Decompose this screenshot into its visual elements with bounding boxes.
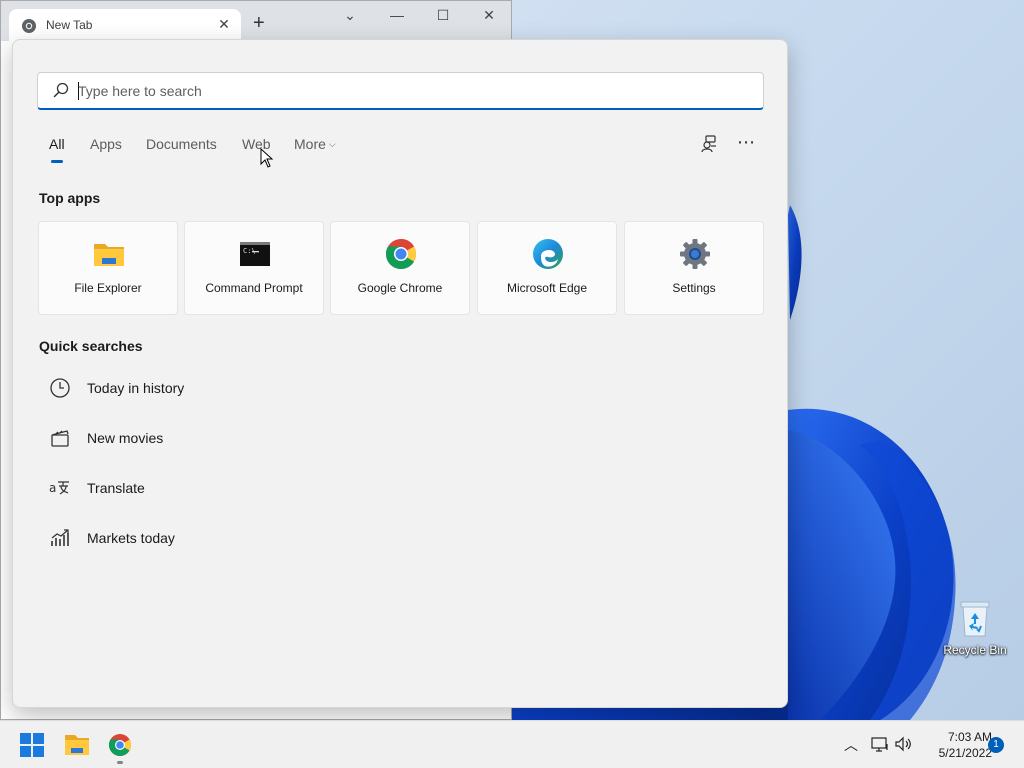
more-options-button[interactable]: ⋯ bbox=[731, 130, 761, 160]
folder-icon bbox=[65, 735, 89, 755]
quick-search-today-in-history[interactable]: Today in history bbox=[39, 373, 339, 403]
clock-icon bbox=[50, 378, 70, 398]
app-tile-command-prompt[interactable]: C:\ Command Prompt bbox=[184, 221, 324, 315]
app-name: Settings bbox=[672, 281, 716, 295]
tab-all[interactable]: All bbox=[49, 136, 65, 163]
chrome-icon bbox=[385, 239, 417, 270]
edge-icon bbox=[533, 239, 563, 269]
quick-search-label: New movies bbox=[87, 430, 164, 446]
recycle-bin-label: Recycle Bin bbox=[943, 643, 1007, 657]
app-name: File Explorer bbox=[74, 281, 142, 295]
quick-search-translate[interactable]: a Translate bbox=[39, 473, 339, 503]
new-tab-button[interactable]: + bbox=[253, 13, 265, 33]
browser-tab[interactable]: New Tab ✕ bbox=[9, 9, 241, 41]
clapperboard-icon bbox=[51, 430, 69, 447]
translate-icon: a bbox=[49, 481, 69, 495]
taskbar: ︿ 7:03 AM 5/21/2022 1 bbox=[0, 720, 1024, 768]
windows-logo-icon bbox=[20, 733, 44, 757]
quick-searches-heading: Quick searches bbox=[39, 338, 143, 354]
chrome-icon bbox=[109, 734, 131, 756]
mouse-cursor-icon bbox=[260, 148, 274, 168]
search-input[interactable] bbox=[78, 81, 738, 101]
taskbar-clock[interactable]: 7:03 AM 5/21/2022 bbox=[918, 729, 992, 761]
tab-apps[interactable]: Apps bbox=[90, 136, 122, 152]
chart-icon bbox=[51, 529, 69, 546]
maximize-button[interactable]: ☐ bbox=[428, 7, 458, 24]
search-icon bbox=[53, 82, 69, 98]
minimize-button[interactable]: — bbox=[382, 7, 412, 23]
taskbar-file-explorer[interactable] bbox=[57, 729, 97, 761]
text-caret bbox=[78, 82, 79, 100]
account-icon bbox=[701, 135, 716, 153]
browser-tabstrip: New Tab ✕ + ⌄ — ☐ ✕ bbox=[1, 1, 511, 41]
search-box[interactable] bbox=[37, 72, 764, 110]
terminal-icon: C:\ bbox=[240, 242, 270, 266]
active-tab-indicator bbox=[51, 160, 63, 163]
tab-close-icon[interactable]: ✕ bbox=[215, 15, 233, 33]
tab-documents[interactable]: Documents bbox=[146, 136, 217, 152]
show-hidden-icons-chevron[interactable]: ︿ bbox=[844, 735, 858, 755]
gear-icon bbox=[680, 239, 710, 269]
browser-tab-title: New Tab bbox=[46, 18, 93, 32]
svg-text:a: a bbox=[49, 481, 56, 495]
chrome-favicon-icon bbox=[22, 19, 36, 33]
quick-search-new-movies[interactable]: New movies bbox=[39, 423, 339, 453]
folder-icon bbox=[94, 244, 124, 266]
clock-time: 7:03 AM bbox=[947, 730, 992, 744]
tab-apps-label: Apps bbox=[90, 136, 122, 152]
app-name: Command Prompt bbox=[205, 281, 303, 295]
notification-badge[interactable]: 1 bbox=[988, 737, 1004, 753]
tab-more-label: More bbox=[294, 136, 326, 152]
tab-more[interactable]: More ⌵ bbox=[294, 136, 336, 152]
app-name: Google Chrome bbox=[357, 281, 443, 295]
quick-search-label: Markets today bbox=[87, 530, 175, 546]
running-indicator bbox=[117, 761, 123, 764]
tab-all-label: All bbox=[49, 136, 65, 152]
volume-icon[interactable] bbox=[894, 735, 914, 753]
start-button[interactable] bbox=[12, 729, 52, 761]
taskbar-google-chrome[interactable] bbox=[100, 729, 140, 761]
recycle-bin-shortcut[interactable]: Recycle Bin bbox=[942, 598, 1008, 657]
close-window-button[interactable]: ✕ bbox=[474, 7, 504, 24]
app-tile-file-explorer[interactable]: File Explorer bbox=[38, 221, 178, 315]
chevron-down-icon: ⌵ bbox=[328, 139, 336, 149]
search-flyout: All Apps Documents Web More⌵ ⋯ Top apps bbox=[12, 39, 788, 708]
clock-date: 5/21/2022 bbox=[938, 746, 992, 760]
tab-search-chevron-icon[interactable]: ⌄ bbox=[335, 7, 365, 24]
quick-search-label: Translate bbox=[87, 480, 145, 496]
top-apps-heading: Top apps bbox=[39, 190, 101, 206]
app-name: Microsoft Edge bbox=[506, 281, 588, 295]
app-tile-settings[interactable]: Settings bbox=[624, 221, 764, 315]
recycle-bin-icon bbox=[960, 601, 990, 637]
account-switch-button[interactable] bbox=[695, 129, 725, 159]
top-apps-grid: File Explorer C:\ Command Prompt Google … bbox=[38, 221, 766, 315]
app-tile-google-chrome[interactable]: Google Chrome bbox=[330, 221, 470, 315]
quick-search-markets-today[interactable]: Markets today bbox=[39, 523, 339, 553]
quick-search-label: Today in history bbox=[87, 380, 185, 396]
network-icon[interactable] bbox=[870, 735, 890, 753]
app-tile-microsoft-edge[interactable]: Microsoft Edge bbox=[477, 221, 617, 315]
tab-documents-label: Documents bbox=[146, 136, 217, 152]
